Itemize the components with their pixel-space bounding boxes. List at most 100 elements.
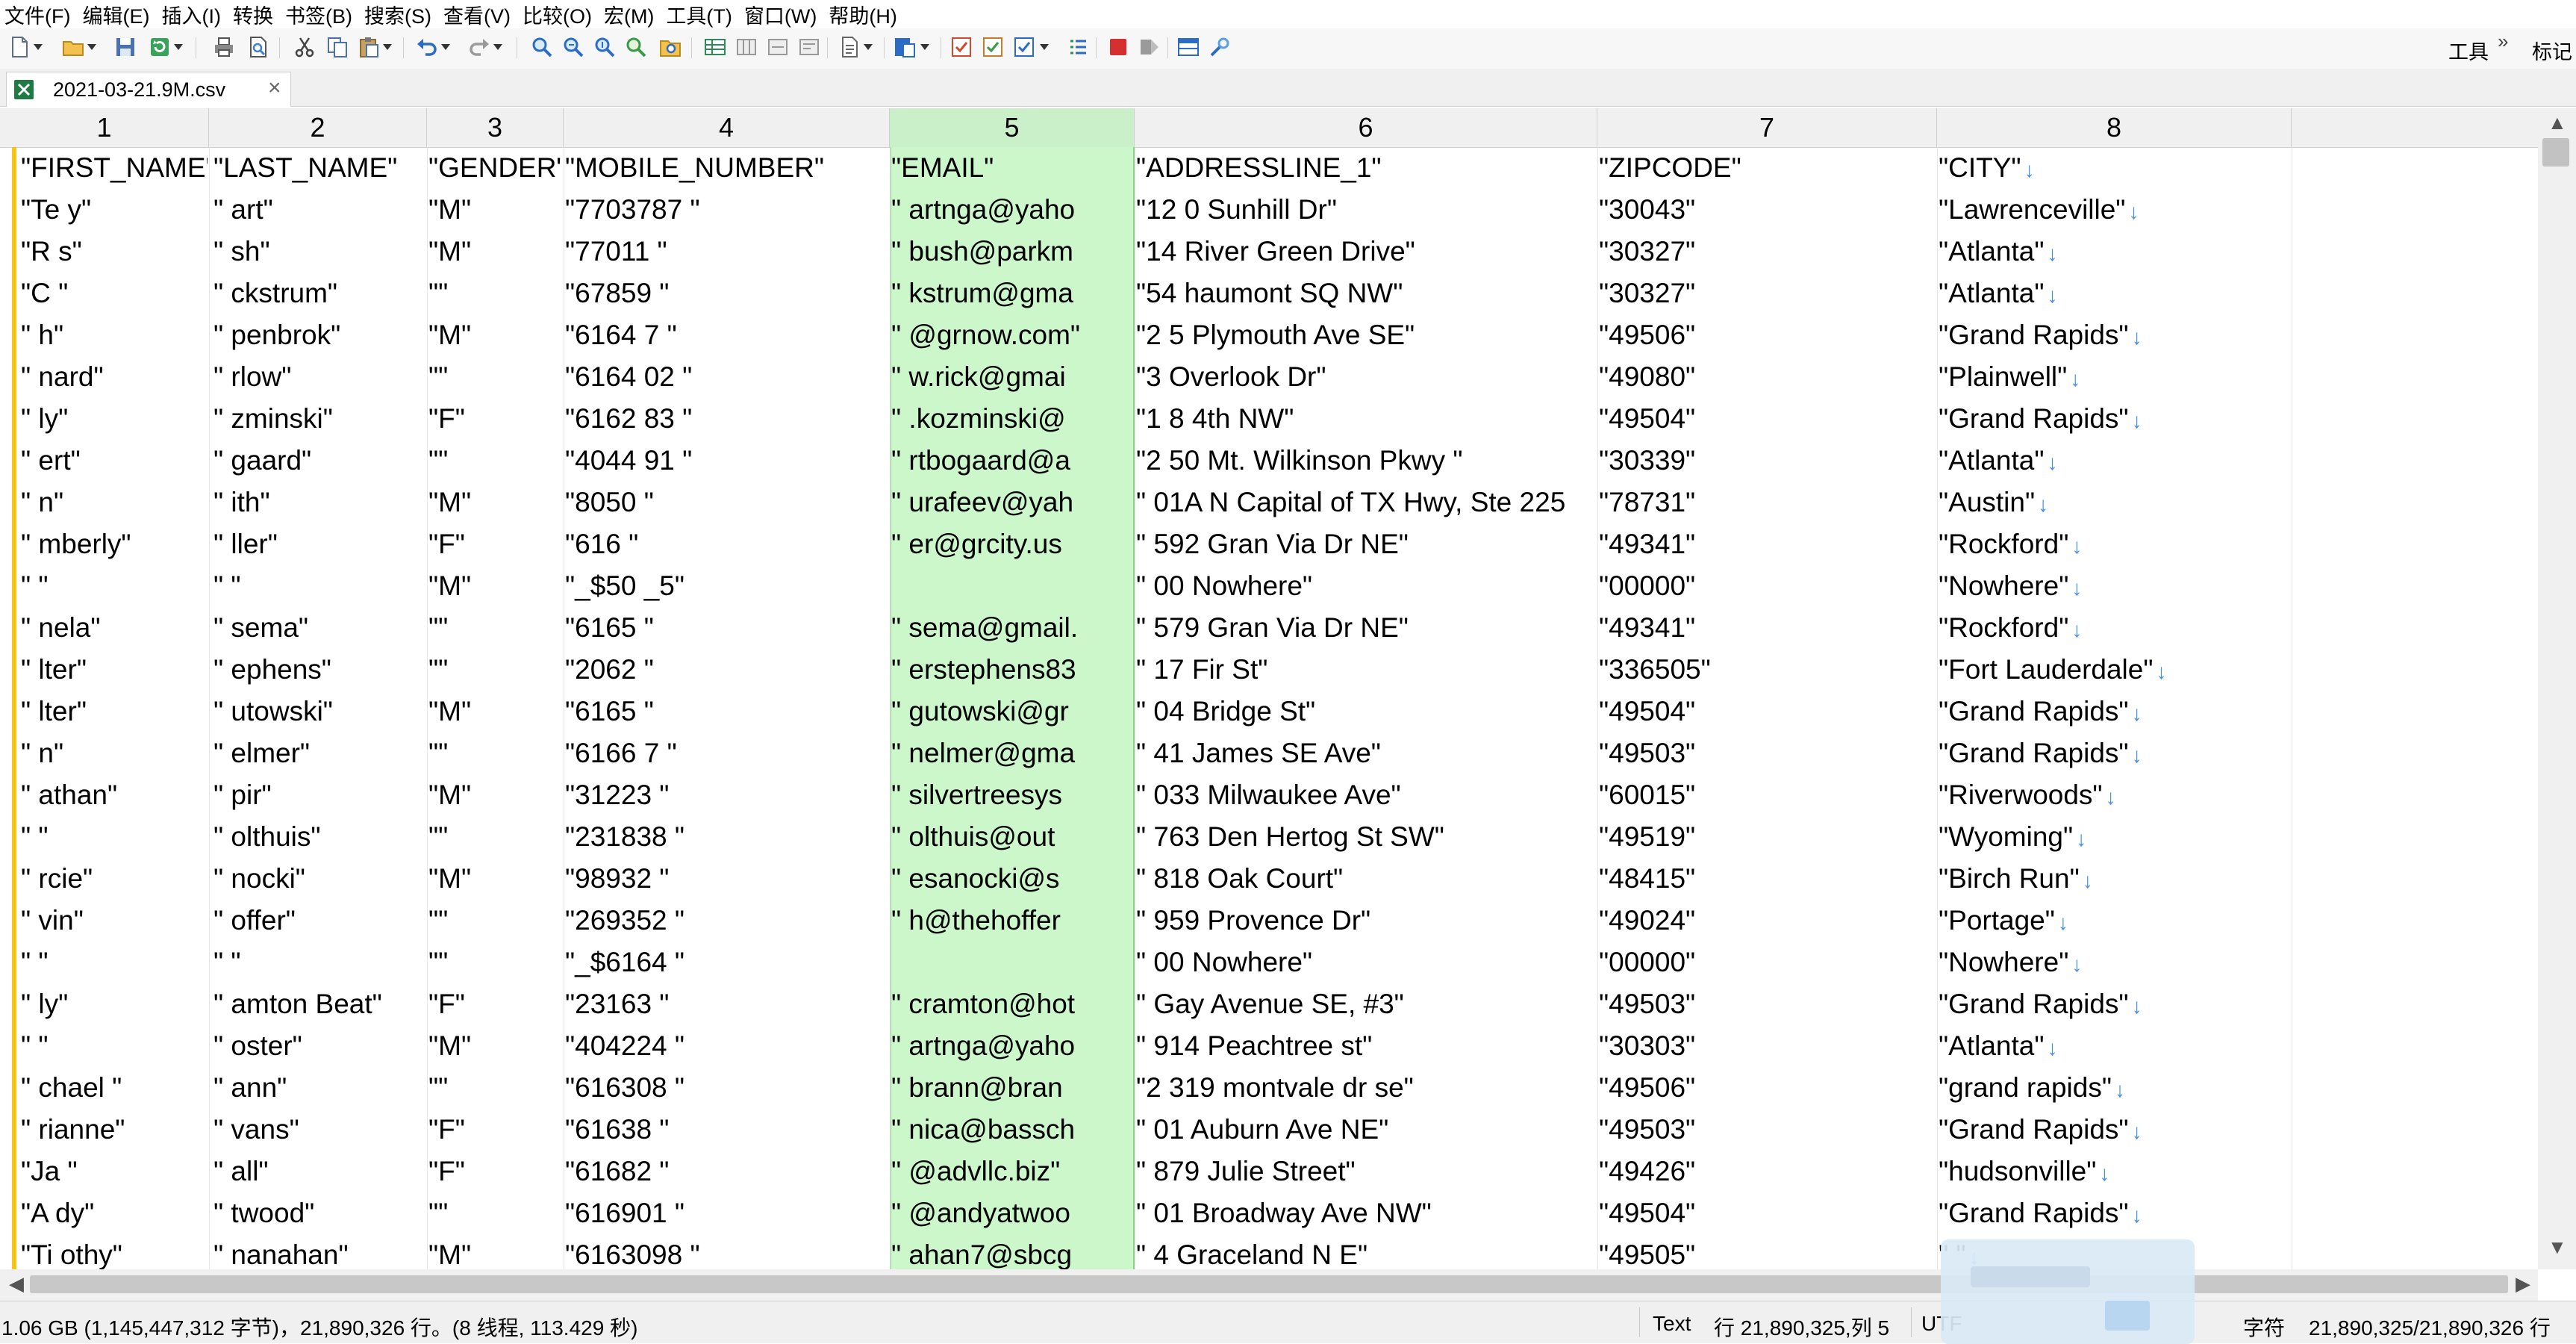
table-cell[interactable]: " gaard" [213,440,425,482]
open-dropdown-icon[interactable] [87,35,97,59]
table-cell[interactable]: " w.rick@gmai [891,356,1133,398]
table-cell[interactable]: "49503" [1599,732,1936,774]
table-cell[interactable]: " twood" [213,1192,425,1234]
table-cell[interactable]: " 01A N Capital of TX Hwy, Ste 225 [1136,482,1596,523]
header-cell[interactable]: "CITY" ↓ [1939,147,2290,189]
table-cell[interactable]: "49504" [1599,691,1936,732]
scroll-left-icon[interactable]: ◀ [9,1272,24,1295]
table-cell[interactable]: "M" [428,189,562,231]
table-cell[interactable]: "" [428,607,562,649]
table-cell[interactable]: "grand rapids" ↓ [1939,1067,2290,1109]
bookmarks-panel-label[interactable]: 标记 [2532,36,2572,65]
checklist-icon[interactable] [1012,35,1036,59]
table-cell[interactable]: " gutowski@gr [891,691,1133,732]
table-cell[interactable]: "F" [428,1109,562,1151]
table-cell[interactable]: "49426" [1599,1151,1936,1192]
vertical-scrollbar[interactable]: ▲ ▼ [2538,108,2576,1269]
scroll-down-icon[interactable]: ▼ [2548,1236,2567,1259]
table-cell[interactable]: " ly" [21,983,208,1025]
header-cell[interactable]: "EMAIL" [891,147,1133,189]
table-cell[interactable]: " er@grcity.us [891,523,1133,565]
table-cell[interactable]: "_$50 _5" [565,565,888,607]
table-cell[interactable]: " h@thehoffer [891,900,1133,942]
table-cell[interactable]: "30327" [1599,273,1936,314]
table-cell[interactable]: "3 Overlook Dr" [1136,356,1596,398]
menu-item-10[interactable]: 窗口(W) [740,0,824,29]
table-cell[interactable]: "6165 " [565,607,888,649]
column-header-3[interactable]: 3 [427,108,564,147]
table-cell[interactable]: " ert" [21,440,208,482]
print-preview-icon[interactable] [246,35,270,59]
table-cell[interactable]: " art" [213,189,425,231]
table-cell[interactable]: " n" [21,482,208,523]
table-cell[interactable]: " mberly" [21,523,208,565]
toolbar-overflow-icon[interactable]: » [2498,30,2508,53]
table-cell[interactable]: " 914 Peachtree st" [1136,1025,1596,1067]
table-cell[interactable]: " amton Beat" [213,983,425,1025]
table-cell[interactable]: "Ti othy" [21,1234,208,1269]
table-cell[interactable]: "Grand Rapids" ↓ [1939,1192,2290,1234]
table-cell[interactable]: " 818 Oak Court" [1136,858,1596,900]
table-cell[interactable]: "49506" [1599,314,1936,356]
column-mode-icon[interactable] [735,35,758,59]
header-cell[interactable]: "MOBILE_NUMBER" [565,147,888,189]
table-cell[interactable]: "" [428,356,562,398]
stop-macro-icon[interactable] [1106,35,1130,59]
table-cell[interactable]: "31223 " [565,774,888,816]
table-cell[interactable]: "hudsonville" ↓ [1939,1151,2290,1192]
table-cell[interactable]: "49504" [1599,398,1936,440]
table-cell[interactable]: " ly" [21,398,208,440]
table-cell[interactable]: " olthuis" [213,816,425,858]
table-cell[interactable]: " 579 Gran Via Dr NE" [1136,607,1596,649]
close-tab-icon[interactable]: × [268,75,281,101]
table-cell[interactable]: " elmer" [213,732,425,774]
table-cell[interactable]: "78731" [1599,482,1936,523]
column-header-5[interactable]: 5 [890,108,1135,147]
table-cell[interactable]: "616 " [565,523,888,565]
paste-dropdown-icon[interactable] [382,35,393,59]
table-cell[interactable]: "6163098 " [565,1234,888,1269]
table-cell[interactable]: "Grand Rapids" ↓ [1939,732,2290,774]
table-cell[interactable]: "M" [428,1025,562,1067]
header-cell[interactable]: "LAST_NAME" [213,147,425,189]
table-cell[interactable] [891,942,1133,983]
table-cell[interactable]: " nelmer@gma [891,732,1133,774]
window-layout-icon[interactable] [1176,35,1200,59]
table-cell[interactable]: "" [428,273,562,314]
table-cell[interactable]: " offer" [213,900,425,942]
table-cell[interactable]: " utowski" [213,691,425,732]
table-cell[interactable]: " lter" [21,691,208,732]
table-cell[interactable]: " ephens" [213,649,425,691]
table-cell[interactable]: "R s" [21,231,208,273]
table-cell[interactable]: "61682 " [565,1151,888,1192]
menu-item-4[interactable]: 书签(B) [281,0,360,29]
status-mode[interactable]: Text [1653,1312,1691,1336]
table-cell[interactable]: "54 haumont SQ NW" [1136,273,1596,314]
table-cell[interactable]: "616308 " [565,1067,888,1109]
compare-icon[interactable] [893,35,917,59]
table-cell[interactable]: " 879 Julie Street" [1136,1151,1596,1192]
table-cell[interactable]: " nela" [21,607,208,649]
table-cell[interactable]: "" [428,440,562,482]
table-cell[interactable]: " 04 Bridge St" [1136,691,1596,732]
table-cell[interactable]: " erstephens83 [891,649,1133,691]
table-cell[interactable]: " rtbogaard@a [891,440,1133,482]
menu-item-7[interactable]: 比较(O) [518,0,599,29]
table-cell[interactable]: "M" [428,565,562,607]
table-cell[interactable]: "231838 " [565,816,888,858]
table-cell[interactable]: "Atlanta" ↓ [1939,440,2290,482]
spell-check-icon[interactable] [949,35,973,59]
header-cell[interactable]: "ZIPCODE" [1599,147,1936,189]
play-macro-icon[interactable] [1138,35,1161,59]
table-cell[interactable]: "Grand Rapids" ↓ [1939,691,2290,732]
copy-icon[interactable] [325,35,349,59]
table-cell[interactable]: "M" [428,231,562,273]
table-cell[interactable]: " artnga@yaho [891,1025,1133,1067]
table-cell[interactable]: " ann" [213,1067,425,1109]
table-cell[interactable]: " ckstrum" [213,273,425,314]
table-cell[interactable]: "12 0 Sunhill Dr" [1136,189,1596,231]
table-cell[interactable]: "Atlanta" ↓ [1939,231,2290,273]
header-cell[interactable]: "GENDER" [428,147,562,189]
new-file-dropdown-icon[interactable] [33,35,43,59]
scroll-right-icon[interactable]: ▶ [2516,1272,2530,1295]
